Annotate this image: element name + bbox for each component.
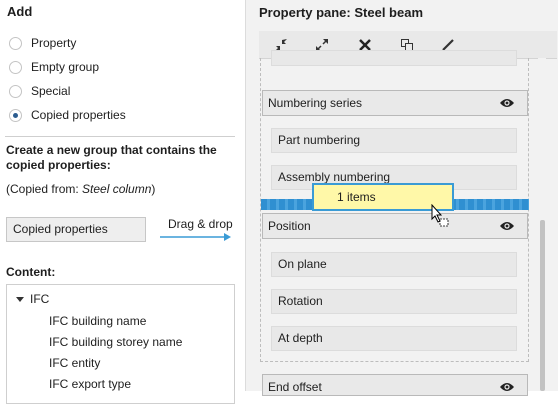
radio-circle[interactable]	[9, 36, 22, 50]
group-header-position[interactable]: Position	[262, 213, 528, 239]
radio-label: Special	[31, 84, 71, 98]
visibility-eye-icon[interactable]	[499, 97, 515, 109]
divider	[5, 136, 235, 137]
radio-circle[interactable]	[9, 60, 22, 74]
group-header-numbering-series[interactable]: Numbering series	[262, 90, 528, 116]
add-heading: Add	[7, 4, 33, 19]
tree-node-ifc[interactable]: IFC	[16, 289, 49, 309]
arrow-right-icon	[160, 233, 231, 241]
drag-cursor-icon	[431, 204, 449, 227]
visibility-eye-icon[interactable]	[499, 381, 515, 393]
group-name: Numbering series	[268, 96, 363, 110]
scrollbar-thumb[interactable]	[540, 220, 545, 391]
radio-copied-properties[interactable]: Copied properties	[9, 105, 126, 125]
property-pane-title: Property pane: Steel beam	[259, 5, 423, 20]
copied-from-name: Steel column	[82, 182, 152, 196]
tree-leaf[interactable]: IFC building storey name	[49, 332, 182, 352]
radio-label: Copied properties	[31, 108, 126, 122]
tree-leaf[interactable]: IFC export type	[49, 374, 131, 394]
copied-from-note: (Copied from: Steel column)	[6, 182, 156, 196]
property-field[interactable]: Rotation	[271, 289, 517, 314]
radio-label: Empty group	[31, 60, 100, 74]
radio-circle[interactable]	[9, 84, 22, 98]
tree-leaf[interactable]: IFC building name	[49, 311, 146, 331]
radio-property[interactable]: Property	[9, 33, 76, 53]
property-field[interactable]: Part numbering	[271, 128, 517, 153]
property-field[interactable]: On plane	[271, 252, 517, 277]
content-heading: Content:	[6, 265, 56, 279]
copied-properties-draggable[interactable]: Copied properties	[6, 217, 146, 242]
radio-circle-selected[interactable]	[9, 108, 22, 122]
group-header-end-offset[interactable]: End offset	[262, 374, 528, 396]
group-name: Position	[268, 219, 311, 233]
copied-description: Create a new group that contains the cop…	[6, 143, 217, 172]
visibility-eye-icon[interactable]	[499, 220, 515, 232]
property-field-partial[interactable]	[271, 50, 517, 66]
radio-empty-group[interactable]: Empty group	[9, 57, 99, 77]
content-tree: IFC IFC building name IFC building store…	[6, 284, 235, 404]
tree-node-label: IFC	[30, 292, 50, 306]
property-field[interactable]: At depth	[271, 326, 517, 351]
radio-label: Property	[31, 36, 77, 50]
drag-drop-label: Drag & drop	[168, 217, 233, 231]
radio-special[interactable]: Special	[9, 81, 70, 101]
expand-triangle-icon[interactable]	[16, 297, 24, 303]
group-name: End offset	[268, 380, 322, 394]
tree-leaf[interactable]: IFC entity	[49, 353, 100, 373]
